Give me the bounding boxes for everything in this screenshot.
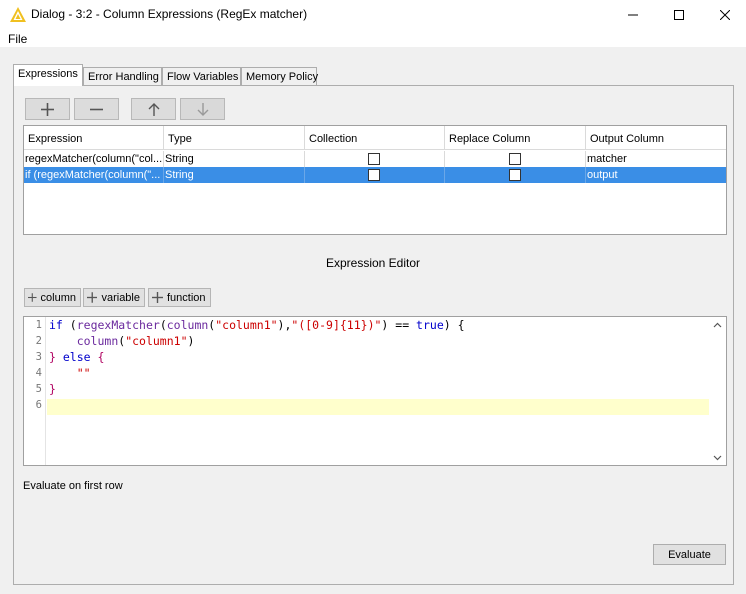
code-string: "column1" [215,318,278,332]
expression-editor-title: Expression Editor [325,256,421,270]
code-function: regexMatcher [76,318,160,332]
cell-output-column[interactable]: matcher [586,151,726,167]
knime-warning-icon [10,7,26,22]
line-number: 5 [35,383,42,395]
move-up-button[interactable] [131,98,176,120]
title-bar: Dialog - 3:2 - Column Expressions (RegEx… [0,0,746,30]
current-line-highlight [47,399,709,415]
code-editor[interactable]: 1 2 3 4 5 6 if (regexMatcher( column("col… [23,316,727,466]
plus-icon [41,102,54,116]
cell-collection[interactable] [305,167,445,183]
add-expression-button[interactable] [25,98,70,120]
evaluate-label: Evaluate on first row [23,480,123,492]
code-punct: ( [62,318,77,332]
cell-replace-column[interactable] [445,167,586,183]
cell-output-column[interactable]: output [586,167,726,183]
minimize-icon [628,14,638,16]
add-column-button[interactable]: column [24,288,81,307]
column-header-expression[interactable]: Expression [24,126,164,150]
column-header-replace-column[interactable]: Replace Column [445,126,586,150]
add-function-button[interactable]: function [148,288,211,307]
minus-icon [90,108,103,110]
tab-error-handling[interactable]: Error Handling [83,67,162,86]
column-header-collection[interactable]: Collection [305,126,445,150]
code-punct: ( [159,318,167,332]
cell-expression[interactable]: if (regexMatcher(column("... [24,167,164,183]
table-row[interactable]: regexMatcher(column("col... String match… [24,151,726,167]
code-line-1: if (regexMatcher(column("column1"),"([0-… [49,318,465,334]
column-header-type[interactable]: Type [164,126,305,150]
tab-expressions[interactable]: Expressions [13,64,83,86]
line-number: 2 [35,335,42,347]
code-punct: ) [187,334,195,348]
code-function: column [166,318,209,332]
line-number: 6 [35,399,42,411]
code-line-3: } else { [49,350,104,366]
tab-memory-policy[interactable]: Memory Policy [241,67,318,86]
code-line-2: column("column1") [49,334,195,350]
add-function-label: function [167,291,206,304]
cell-type[interactable]: String [164,151,305,167]
code-line-4: "" [49,366,91,382]
menu-bar: File [0,30,746,47]
line-number: 1 [35,319,42,331]
maximize-icon [674,10,684,20]
plus-icon [87,292,98,303]
table-row[interactable]: if (regexMatcher(column("... String outp… [24,167,726,183]
replace-column-checkbox[interactable] [509,169,521,181]
code-line-5: } [49,382,56,398]
arrow-up-icon [148,102,159,116]
arrow-down-icon [197,102,208,116]
cell-expression[interactable]: regexMatcher(column("col... [24,151,164,167]
collection-checkbox[interactable] [368,153,380,165]
code-function: column [76,334,119,348]
replace-column-checkbox[interactable] [509,153,521,165]
minimize-button[interactable] [610,0,656,30]
cell-collection[interactable] [305,151,445,167]
code-brace: { [97,350,105,364]
cell-replace-column[interactable] [445,151,586,167]
code-string: "([0-9]{11})" [291,318,382,332]
code-brace: } [49,382,56,396]
chevron-up-icon[interactable] [713,321,722,330]
add-variable-button[interactable]: variable [83,288,145,307]
line-number-gutter: 1 2 3 4 5 6 [24,317,46,465]
line-number: 4 [35,367,42,379]
chevron-down-icon[interactable] [713,453,722,462]
close-button[interactable] [702,0,746,30]
code-keyword: if [49,318,63,332]
move-down-button[interactable] [180,98,225,120]
code-punct: ) { [443,318,465,332]
line-number: 3 [35,351,42,363]
menu-file[interactable]: File [8,32,27,46]
maximize-button[interactable] [656,0,702,30]
code-keyword: else [55,350,98,364]
evaluate-button[interactable]: Evaluate [653,544,726,565]
window-title: Dialog - 3:2 - Column Expressions (RegEx… [31,7,308,21]
table-header: Expression Type Collection Replace Colum… [24,126,726,150]
code-punct: ), [277,318,292,332]
add-variable-label: variable [101,291,140,304]
column-header-output-column[interactable]: Output Column [586,126,726,150]
close-icon [720,10,730,20]
expressions-table: Expression Type Collection Replace Colum… [23,125,727,235]
collection-checkbox[interactable] [368,169,380,181]
cell-type[interactable]: String [164,167,305,183]
code-string: "" [76,366,91,380]
code-string: "column1" [125,334,188,348]
tab-flow-variables[interactable]: Flow Variables [162,67,241,86]
plus-icon [152,292,163,303]
add-column-label: column [40,291,76,304]
plus-icon [28,293,37,302]
remove-expression-button[interactable] [74,98,119,120]
editor-scrollbar[interactable] [709,317,726,465]
code-keyword: true [416,318,444,332]
code-brace: } [49,350,56,364]
code-punct: ) == [381,318,417,332]
